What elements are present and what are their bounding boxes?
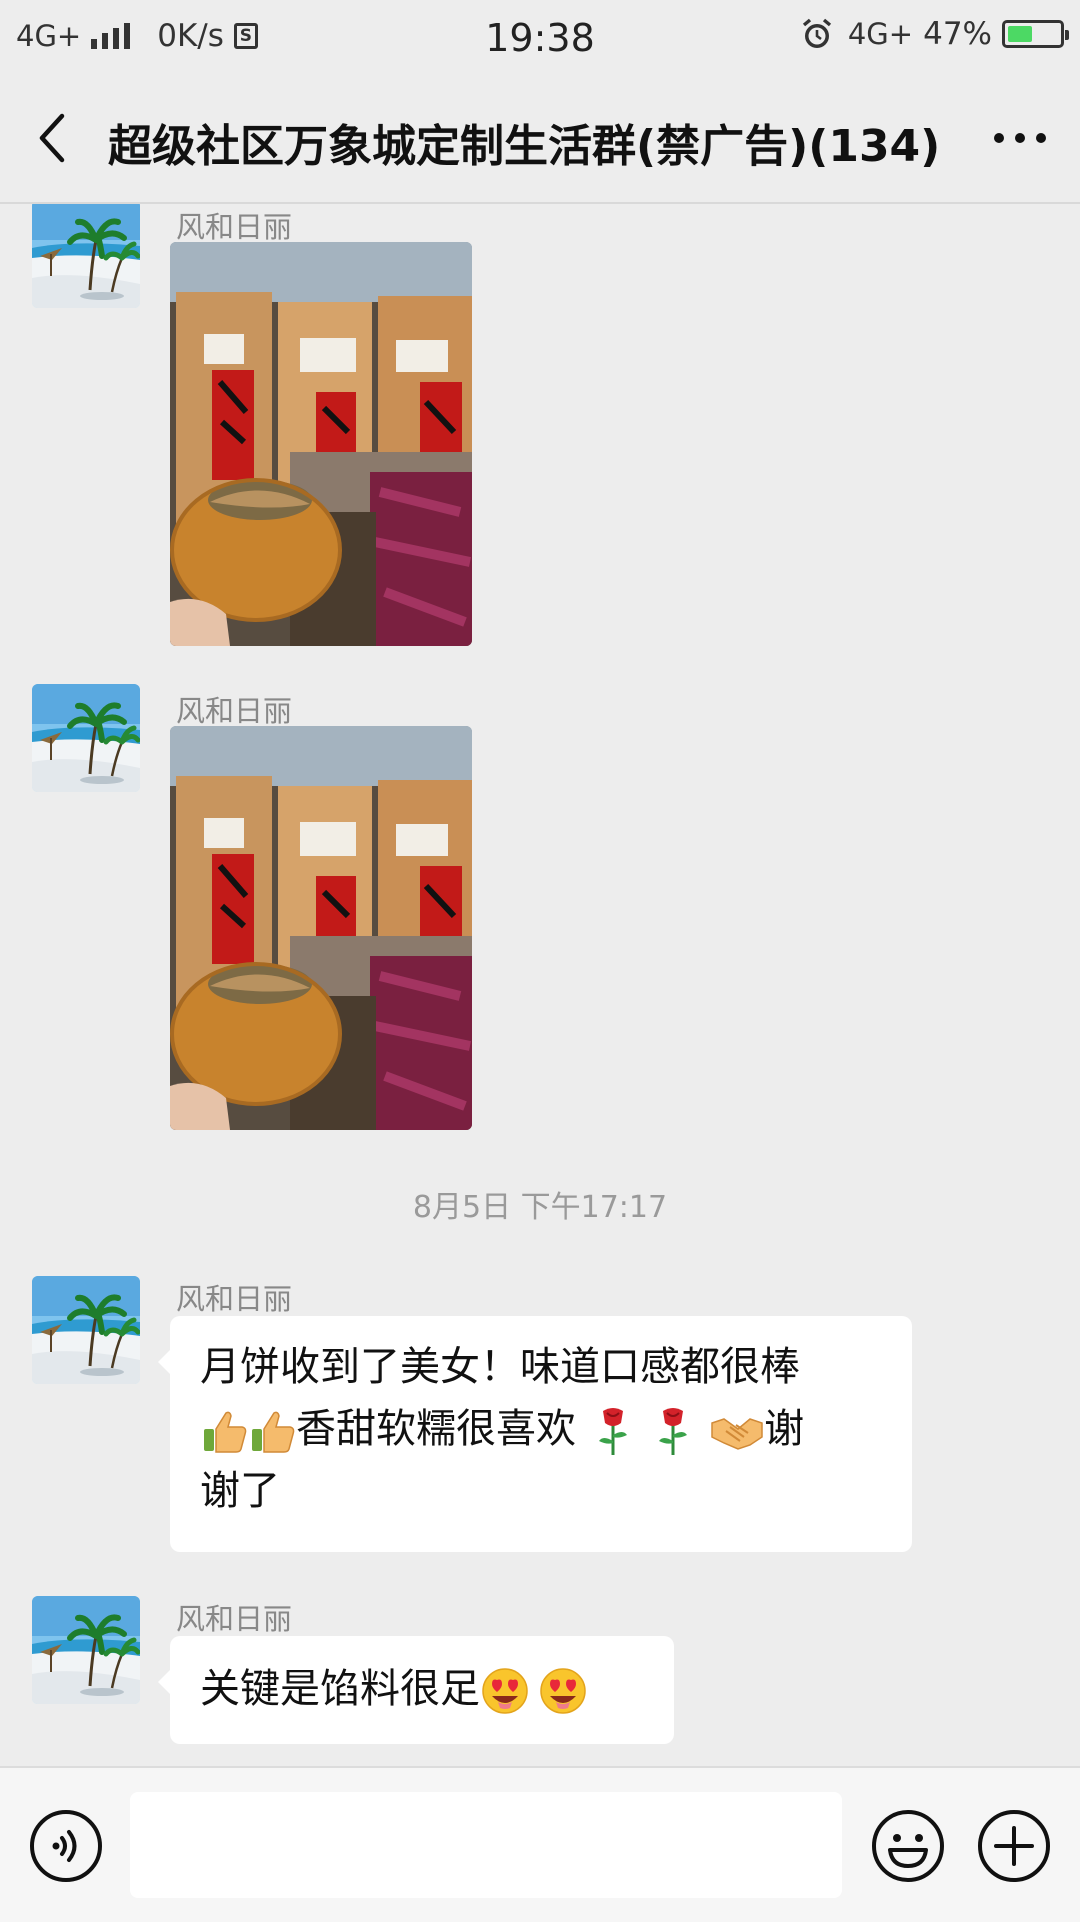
sender-avatar[interactable] bbox=[32, 204, 140, 308]
message-text-segment: 香甜软糯很喜欢 bbox=[296, 1406, 576, 1452]
sender-avatar[interactable] bbox=[32, 1276, 140, 1384]
rose-icon bbox=[598, 1408, 627, 1455]
sender-name: 风和日丽 bbox=[176, 210, 293, 244]
message-line-2: 香甜软糯很喜欢 谢 bbox=[200, 1398, 882, 1460]
plus-icon[interactable] bbox=[976, 1808, 1052, 1884]
message-timestamp: 8月5日 下午17:17 bbox=[412, 1190, 668, 1225]
input-bar bbox=[0, 1766, 1080, 1922]
message-line-1: 月饼收到了美女！味道口感都很棒 bbox=[200, 1344, 800, 1390]
thumbs-up-icon bbox=[252, 1411, 295, 1453]
mooncake-photo[interactable] bbox=[170, 242, 472, 646]
sender-avatar[interactable] bbox=[32, 1596, 140, 1704]
heart-eyes-icon bbox=[482, 1668, 528, 1714]
message-text-segment: 关键是馅料很足 bbox=[200, 1666, 480, 1712]
battery-percent: 47% bbox=[923, 16, 992, 52]
message-line-1: 关键是馅料很足 bbox=[200, 1658, 644, 1720]
message-line-3: 谢了 bbox=[200, 1468, 280, 1514]
more-options-icon[interactable] bbox=[990, 124, 1050, 152]
back-arrow-icon[interactable] bbox=[32, 112, 74, 164]
sender-name: 风和日丽 bbox=[176, 694, 293, 728]
battery-icon bbox=[1002, 20, 1069, 48]
status-right: 4G+ 47% bbox=[800, 16, 1069, 52]
thumbs-up-icon bbox=[204, 1411, 247, 1453]
emoji-icon[interactable] bbox=[870, 1808, 946, 1884]
alarm-icon bbox=[802, 18, 831, 48]
chat-header: 超级社区万象城定制生活群(禁广告)(134) bbox=[0, 76, 1080, 204]
sender-avatar[interactable] bbox=[32, 684, 140, 792]
voice-icon[interactable] bbox=[28, 1808, 104, 1884]
message-bubble[interactable]: 月饼收到了美女！味道口感都很棒 香甜软糯很喜欢 谢 谢了 bbox=[158, 1316, 912, 1552]
message-bubble[interactable]: 关键是馅料很足 bbox=[158, 1636, 674, 1744]
battery-fill bbox=[1008, 26, 1032, 42]
chat-messages[interactable]: 风和日丽 风和日丽 8月5日 下午17:17 风和日丽 月饼收到了美女！味道口感… bbox=[0, 204, 1080, 1766]
chat-title: 超级社区万象城定制生活群(禁广告)(134) bbox=[108, 121, 941, 172]
sender-name: 风和日丽 bbox=[176, 1282, 293, 1316]
message-text-segment: 谢 bbox=[764, 1406, 805, 1452]
status-bar: 4G+ 0K/s S 19:38 4G+ 47% bbox=[0, 0, 1080, 76]
heart-eyes-icon bbox=[540, 1668, 586, 1714]
handshake-icon bbox=[711, 1418, 763, 1450]
message-input[interactable] bbox=[130, 1792, 842, 1898]
sender-name: 风和日丽 bbox=[176, 1602, 293, 1636]
mooncake-photo[interactable] bbox=[170, 726, 472, 1130]
rose-icon bbox=[659, 1408, 688, 1455]
network-type-right: 4G+ bbox=[847, 17, 914, 51]
